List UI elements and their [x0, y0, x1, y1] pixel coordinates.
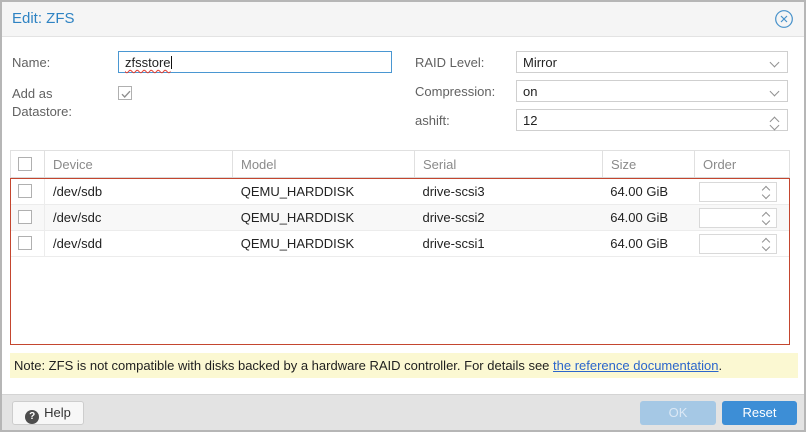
- row-checkbox[interactable]: [18, 236, 32, 250]
- name-input[interactable]: zfsstore: [118, 51, 392, 73]
- name-input-value: zfsstore: [125, 55, 171, 70]
- disk-table-header: Device Model Serial Size Order: [10, 150, 790, 178]
- ashift-label: ashift:: [415, 113, 450, 128]
- add-datastore-checkbox[interactable]: [118, 86, 132, 100]
- note-text: Note: ZFS is not compatible with disks b…: [14, 358, 553, 373]
- row-checkbox-cell: [11, 205, 45, 230]
- order-cell: [694, 208, 789, 228]
- order-cell: [694, 234, 789, 254]
- checkmark-icon: [120, 88, 132, 100]
- size-cell: 64.00 GiB: [602, 210, 694, 225]
- table-row[interactable]: /dev/sdd QEMU_HARDDISK drive-scsi1 64.00…: [11, 231, 789, 257]
- disk-table-body: /dev/sdb QEMU_HARDDISK drive-scsi3 64.00…: [10, 178, 790, 345]
- row-checkbox[interactable]: [18, 210, 32, 224]
- ashift-value: 12: [523, 113, 537, 128]
- raid-level-select[interactable]: Mirror: [516, 51, 788, 73]
- row-checkbox[interactable]: [18, 184, 32, 198]
- select-all-cell: [11, 151, 45, 177]
- serial-cell: drive-scsi3: [414, 184, 602, 199]
- size-cell: 64.00 GiB: [602, 236, 694, 251]
- size-cell: 64.00 GiB: [602, 184, 694, 199]
- table-row[interactable]: /dev/sdc QEMU_HARDDISK drive-scsi2 64.00…: [11, 205, 789, 231]
- compression-select[interactable]: on: [516, 80, 788, 102]
- ok-button[interactable]: OK: [640, 401, 716, 425]
- column-header-size[interactable]: Size: [603, 151, 695, 177]
- order-spinner[interactable]: [699, 234, 777, 254]
- reset-button[interactable]: Reset: [722, 401, 797, 425]
- help-button[interactable]: ? Help: [12, 401, 84, 425]
- zfs-note: Note: ZFS is not compatible with disks b…: [10, 353, 798, 378]
- row-checkbox-cell: [11, 231, 45, 256]
- column-header-device[interactable]: Device: [45, 151, 233, 177]
- model-cell: QEMU_HARDDISK: [233, 184, 415, 199]
- order-spinner[interactable]: [699, 208, 777, 228]
- note-suffix: .: [719, 358, 723, 373]
- serial-cell: drive-scsi2: [414, 210, 602, 225]
- raid-level-value: Mirror: [523, 55, 557, 70]
- model-cell: QEMU_HARDDISK: [233, 236, 415, 251]
- question-circle-icon: ?: [25, 410, 39, 424]
- compression-value: on: [523, 84, 537, 99]
- reference-documentation-link[interactable]: the reference documentation: [553, 358, 719, 373]
- serial-cell: drive-scsi1: [414, 236, 602, 251]
- ashift-spinner[interactable]: 12: [516, 109, 788, 131]
- edit-zfs-dialog: Edit: ZFS Name: zfsstore Add as Datastor…: [0, 0, 806, 432]
- device-cell: /dev/sdb: [45, 184, 233, 199]
- chevron-down-icon: [770, 87, 780, 97]
- help-button-label: Help: [44, 405, 71, 420]
- column-header-serial[interactable]: Serial: [415, 151, 603, 177]
- model-cell: QEMU_HARDDISK: [233, 210, 415, 225]
- dialog-titlebar: Edit: ZFS: [2, 2, 804, 37]
- add-datastore-label: Add as Datastore:: [12, 85, 112, 121]
- device-cell: /dev/sdc: [45, 210, 233, 225]
- raid-level-label: RAID Level:: [415, 55, 484, 70]
- order-cell: [694, 182, 789, 202]
- chevron-down-icon: [770, 58, 780, 68]
- close-icon[interactable]: [774, 9, 794, 29]
- column-header-order[interactable]: Order: [695, 151, 789, 177]
- dialog-title: Edit: ZFS: [12, 10, 75, 27]
- compression-label: Compression:: [415, 84, 495, 99]
- dialog-footer: ? Help OK Reset: [2, 394, 804, 431]
- name-label: Name:: [12, 55, 50, 70]
- order-spinner[interactable]: [699, 182, 777, 202]
- column-header-model[interactable]: Model: [233, 151, 415, 177]
- device-cell: /dev/sdd: [45, 236, 233, 251]
- text-cursor: [171, 56, 172, 69]
- row-checkbox-cell: [11, 179, 45, 204]
- table-row[interactable]: /dev/sdb QEMU_HARDDISK drive-scsi3 64.00…: [11, 179, 789, 205]
- select-all-checkbox[interactable]: [18, 157, 32, 171]
